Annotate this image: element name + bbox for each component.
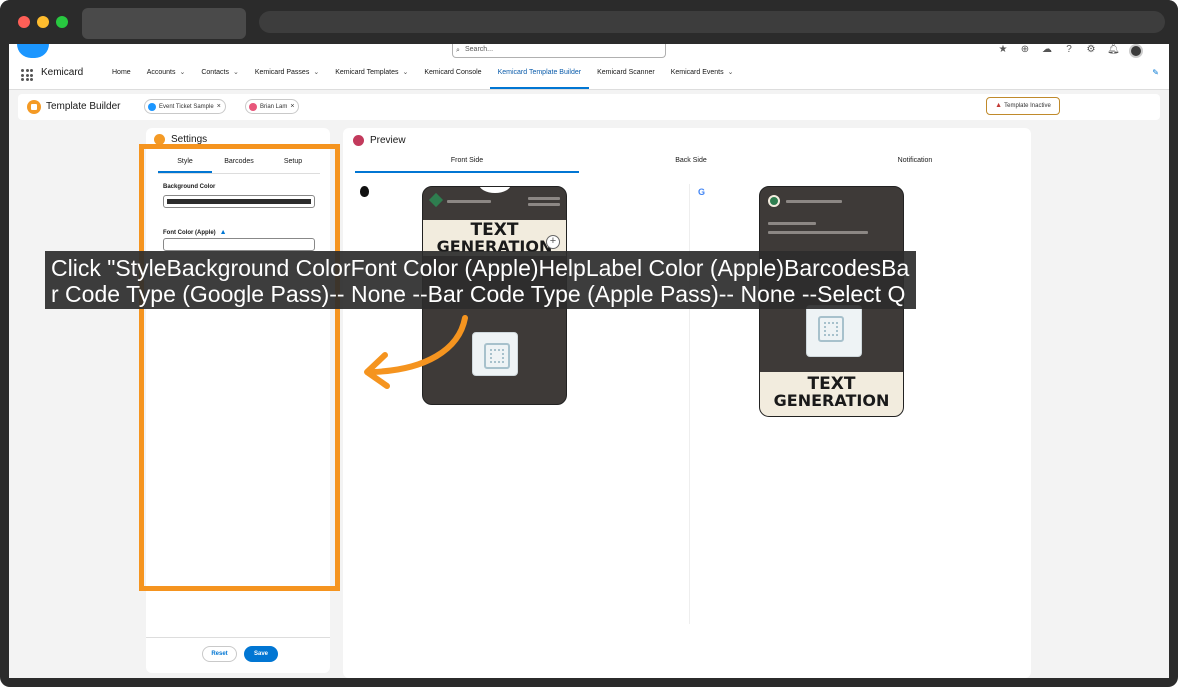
nav-item-home[interactable]: Home bbox=[104, 58, 139, 89]
help-icon[interactable]: ? bbox=[1063, 44, 1075, 56]
avatar[interactable] bbox=[1129, 44, 1143, 58]
template-builder-icon bbox=[27, 100, 41, 114]
star-icon[interactable]: ★ bbox=[997, 44, 1009, 56]
preview-panel: Preview Front Side Back Side Notificatio… bbox=[343, 128, 1031, 678]
close-window-button[interactable] bbox=[18, 16, 30, 28]
nav-item-kemicard-templates[interactable]: Kemicard Templates ⌄ bbox=[327, 58, 416, 89]
qr-code-placeholder bbox=[472, 332, 518, 376]
pointer-arrow bbox=[364, 315, 468, 389]
chevron-down-icon[interactable]: ⌄ bbox=[179, 69, 185, 76]
chevron-down-icon[interactable]: ⌄ bbox=[728, 69, 734, 76]
pass-header-field bbox=[528, 197, 560, 200]
global-header: ⌕ Search... ★ ⊕ ☁ ? ⚙ 🔔︎ Kemicard Home Ac… bbox=[9, 44, 1169, 90]
google-icon: G bbox=[698, 187, 706, 197]
nav-item-kemicard-template-builder[interactable]: Kemicard Template Builder bbox=[489, 58, 590, 89]
preview-tabs: Front Side Back Side Notification bbox=[355, 152, 1027, 173]
salesforce-logo[interactable] bbox=[17, 44, 49, 58]
tab-back-side[interactable]: Back Side bbox=[579, 152, 803, 173]
bell-icon[interactable]: 🔔︎ bbox=[1107, 44, 1120, 56]
pass-banner: TEXT GENERATION bbox=[760, 372, 903, 416]
app-navigation: Kemicard Home Accounts ⌄ Contacts ⌄ Kemicard … bbox=[9, 58, 1169, 90]
gear-icon[interactable]: ⚙ bbox=[1085, 44, 1097, 56]
warning-icon: ▲ bbox=[995, 102, 1003, 109]
maximize-window-button[interactable] bbox=[56, 16, 68, 28]
user-icon bbox=[249, 103, 257, 111]
nav-item-contacts[interactable]: Contacts ⌄ bbox=[193, 58, 247, 89]
chevron-down-icon[interactable]: ⌄ bbox=[313, 69, 319, 76]
save-button[interactable]: Save bbox=[244, 646, 278, 662]
pass-header-text bbox=[786, 200, 842, 203]
pass-field-line bbox=[768, 222, 816, 225]
preview-divider bbox=[689, 184, 690, 624]
preview-heading: Preview bbox=[353, 135, 406, 146]
close-icon[interactable]: × bbox=[217, 103, 221, 110]
pass-logo bbox=[768, 195, 780, 207]
browser-tab[interactable] bbox=[82, 8, 246, 39]
template-icon bbox=[148, 103, 156, 111]
settings-footer: Reset Save bbox=[146, 637, 330, 673]
highlight-box bbox=[139, 144, 340, 591]
pass-header-field bbox=[528, 203, 560, 206]
nav-item-kemicard-events[interactable]: Kemicard Events ⌄ bbox=[663, 58, 742, 89]
browser-window: ⌕ Search... ★ ⊕ ☁ ? ⚙ 🔔︎ Kemicard Home Ac… bbox=[0, 0, 1178, 687]
trailhead-icon[interactable]: ☁ bbox=[1041, 44, 1053, 56]
nav-item-kemicard-console[interactable]: Kemicard Console bbox=[416, 58, 489, 89]
browser-titlebar bbox=[0, 0, 1178, 44]
close-icon[interactable]: × bbox=[290, 103, 294, 110]
nav-items: Home Accounts ⌄ Contacts ⌄ Kemicard Passes ⌄ Ke… bbox=[104, 58, 742, 89]
page-title: Template Builder bbox=[46, 101, 121, 112]
nav-item-kemicard-scanner[interactable]: Kemicard Scanner bbox=[589, 58, 663, 89]
edit-nav-icon[interactable]: ✎ bbox=[1152, 68, 1159, 77]
tab-notification[interactable]: Notification bbox=[803, 152, 1027, 173]
reset-button[interactable]: Reset bbox=[202, 646, 237, 662]
chevron-down-icon[interactable]: ⌄ bbox=[403, 69, 409, 76]
pass-field-line bbox=[768, 231, 868, 234]
pill-event-ticket-sample[interactable]: Event Ticket Sample × bbox=[144, 99, 226, 114]
template-builder-header: Template Builder Event Ticket Sample × Br… bbox=[18, 94, 1160, 120]
template-status-badge[interactable]: ▲ Template Inactive bbox=[986, 97, 1060, 115]
tab-front-side[interactable]: Front Side bbox=[355, 152, 579, 173]
pass-header-text bbox=[447, 200, 491, 203]
pill-brian-lam[interactable]: Brian Lam × bbox=[245, 99, 300, 114]
app-name: Kemicard bbox=[41, 67, 84, 78]
nav-item-kemicard-passes[interactable]: Kemicard Passes ⌄ bbox=[247, 58, 327, 89]
apple-icon bbox=[360, 186, 369, 197]
pass-logo bbox=[428, 192, 444, 208]
search-icon: ⌕ bbox=[456, 47, 460, 54]
pass-notch bbox=[479, 187, 511, 193]
preview-icon bbox=[353, 135, 364, 146]
address-bar[interactable] bbox=[259, 11, 1165, 33]
qr-code-placeholder bbox=[806, 305, 862, 357]
global-search-input[interactable]: ⌕ Search... bbox=[452, 44, 666, 58]
chevron-down-icon[interactable]: ⌄ bbox=[233, 69, 239, 76]
header-utility-icons: ★ ⊕ ☁ ? ⚙ 🔔︎ bbox=[997, 44, 1143, 58]
instruction-caption: Click "StyleBackground ColorFont Color (… bbox=[45, 251, 916, 309]
minimize-window-button[interactable] bbox=[37, 16, 49, 28]
nav-item-accounts[interactable]: Accounts ⌄ bbox=[139, 58, 194, 89]
app-launcher-icon[interactable] bbox=[21, 69, 33, 81]
plus-icon[interactable]: ⊕ bbox=[1019, 44, 1031, 56]
add-field-button[interactable]: + bbox=[546, 235, 560, 249]
